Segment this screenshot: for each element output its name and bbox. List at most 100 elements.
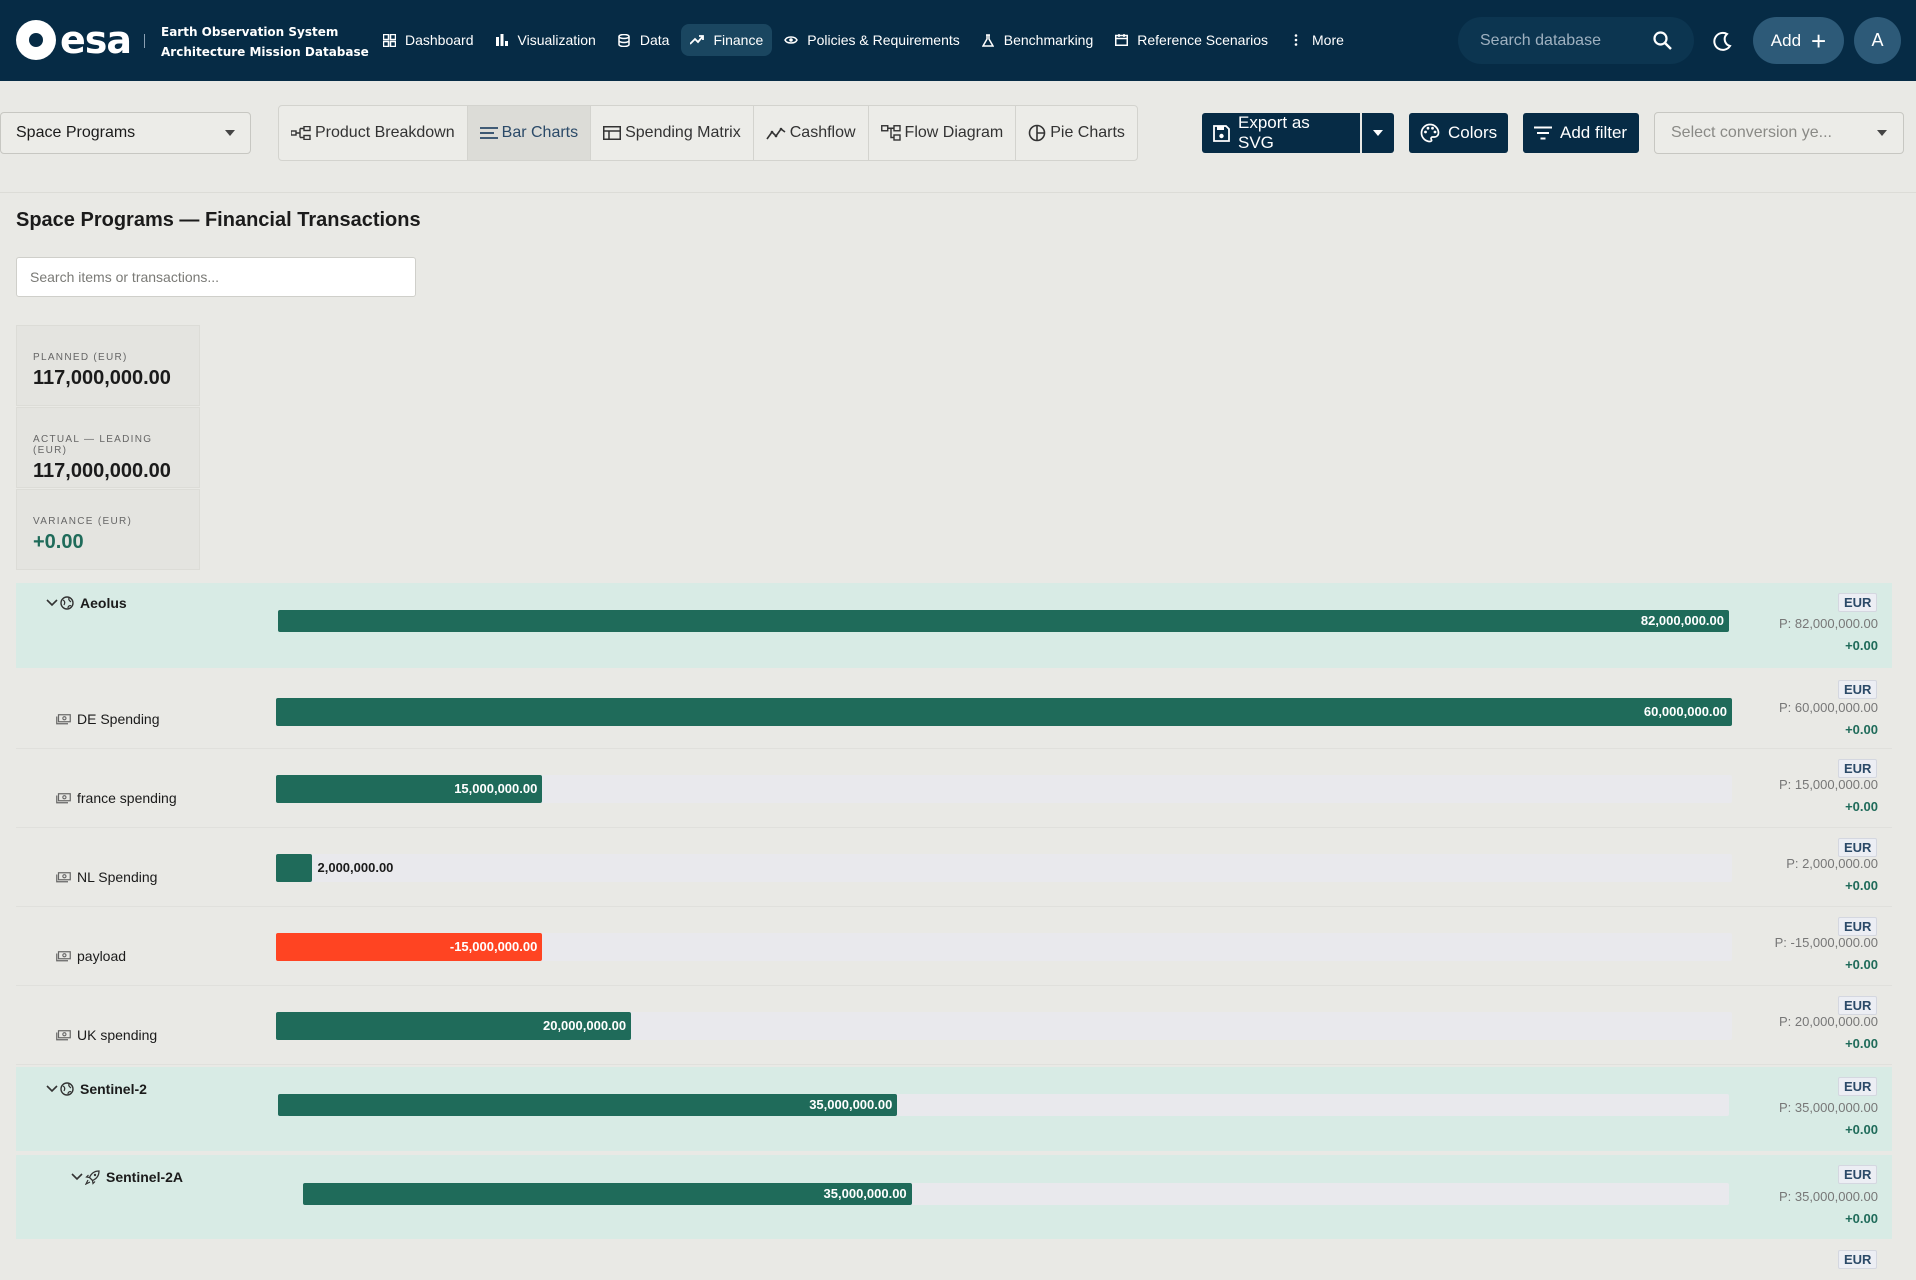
bar-fill <box>278 1094 897 1116</box>
bar-track: 15,000,000.00 <box>276 775 1732 803</box>
nav-dashboard[interactable]: Dashboard <box>373 24 483 56</box>
program-select[interactable]: Space Programs <box>0 112 251 154</box>
colors-button[interactable]: Colors <box>1409 113 1508 153</box>
nav-policies-label: Policies & Requirements <box>807 32 960 48</box>
dots-vertical-icon <box>1289 33 1303 47</box>
globe-icon <box>60 1082 74 1096</box>
conversion-year-select[interactable]: Select conversion ye... <box>1654 112 1904 154</box>
currency-badge: EUR <box>1838 838 1878 857</box>
nav-finance[interactable]: Finance <box>681 24 773 56</box>
bar-value-label: 35,000,000.00 <box>809 1097 893 1112</box>
cash-icon <box>56 713 71 725</box>
esa-logo[interactable]: esa <box>16 20 132 60</box>
bar-value-label: 82,000,000.00 <box>1640 613 1724 628</box>
row-label: Sentinel-2 <box>80 1081 147 1097</box>
row-name[interactable]: Sentinel-2 <box>46 1081 147 1097</box>
table-icon <box>603 126 622 140</box>
planned-stat-label: PLANNED (EUR) <box>33 352 128 363</box>
bar-track: 35,000,000.00 <box>303 1183 1729 1205</box>
tab-pie-charts[interactable]: Pie Charts <box>1016 106 1137 160</box>
row-name: NL Spending <box>56 869 157 885</box>
export-svg-button[interactable]: Export as SVG <box>1202 113 1360 153</box>
nav-reference-scenarios[interactable]: Reference Scenarios <box>1105 24 1277 56</box>
page-title: Space Programs — Financial Transactions <box>16 209 421 231</box>
app-subtitle: Earth Observation System Architecture Mi… <box>161 22 369 62</box>
nav-visualization[interactable]: Visualization <box>486 24 605 56</box>
actual-stat-value: 117,000,000.00 <box>33 460 171 482</box>
program-select-value: Space Programs <box>16 124 136 141</box>
bar-value-label: 35,000,000.00 <box>823 1186 907 1201</box>
esa-logo-mark <box>16 20 56 60</box>
nav-finance-label: Finance <box>713 32 764 48</box>
dark-mode-toggle[interactable] <box>1708 26 1738 56</box>
nav-data[interactable]: Data <box>608 24 679 56</box>
table-row[interactable]: DE Spending 60,000,000.00 EUR P: 60,000,000… <box>16 670 1892 749</box>
add-filter-button[interactable]: Add filter <box>1523 113 1639 153</box>
conversion-year-placeholder: Select conversion ye... <box>1671 124 1832 141</box>
variance-value: +0.00 <box>1845 1122 1878 1137</box>
user-avatar[interactable]: A <box>1854 17 1901 64</box>
table-row[interactable]: UK spending 20,000,000.00 EUR P: 20,000,000… <box>16 986 1892 1065</box>
filter-icon <box>1534 126 1552 140</box>
add-button[interactable]: Add + <box>1753 17 1844 64</box>
nav-policies[interactable]: Policies & Requirements <box>775 24 969 56</box>
calendar-icon <box>1114 33 1128 47</box>
tab-spending-matrix[interactable]: Spending Matrix <box>591 106 754 160</box>
nav-more[interactable]: More <box>1280 24 1353 56</box>
search-icon[interactable] <box>1653 31 1672 50</box>
currency-badge: EUR <box>1838 1165 1878 1184</box>
actual-stat-label: ACTUAL — LEADING (EUR) <box>33 434 153 456</box>
variance-value: +0.00 <box>1845 722 1878 737</box>
transaction-search-input[interactable]: Search items or transactions... <box>16 257 416 297</box>
main-nav: Dashboard Visualization Data Finance Pol… <box>373 24 1356 56</box>
chevron-down-icon[interactable] <box>71 1173 83 1181</box>
nav-benchmarking-label: Benchmarking <box>1003 32 1094 48</box>
row-name: france spending <box>56 790 177 806</box>
moon-icon <box>1713 31 1732 51</box>
row-label: NL Spending <box>77 869 158 885</box>
planned-value: P: 60,000,000.00 <box>1778 700 1878 715</box>
actual-stat-card: ACTUAL — LEADING (EUR) 117,000,000.00 <box>16 407 200 488</box>
nav-more-label: More <box>1312 32 1344 48</box>
line-chart-icon <box>766 126 786 140</box>
bar-track: 82,000,000.00 <box>278 610 1729 632</box>
row-label: Aeolus <box>80 595 127 611</box>
variance-value: +0.00 <box>1845 957 1878 972</box>
planned-stat-card: PLANNED (EUR) 117,000,000.00 <box>16 325 200 406</box>
planned-stat-value: 117,000,000.00 <box>33 367 171 389</box>
table-row[interactable]: france spending 15,000,000.00 EUR P: 15,000… <box>16 749 1892 828</box>
group-row[interactable]: Sentinel-2A 35,000,000.00 EUR P: 35,000,000… <box>16 1155 1892 1241</box>
row-name[interactable]: Sentinel-2A <box>71 1169 183 1185</box>
table-row[interactable]: payload -15,000,000.00 EUR P: -15,000,000.0… <box>16 907 1892 986</box>
group-row[interactable]: Sentinel-2 35,000,000.00 EUR P: 35,000,000.… <box>16 1067 1892 1153</box>
group-row[interactable]: Aeolus 82,000,000.00 EUR P: 82,000,000.00 +0… <box>16 583 1892 670</box>
row-name[interactable]: Aeolus <box>46 595 127 611</box>
cash-icon <box>56 1029 71 1041</box>
variance-stat-card: VARIANCE (EUR) +0.00 <box>16 489 200 570</box>
nav-benchmarking[interactable]: Benchmarking <box>972 24 1103 56</box>
app-subtitle-line2: Architecture Mission Database <box>161 45 369 59</box>
row-name: payload <box>56 948 126 964</box>
cash-icon <box>56 871 71 883</box>
table-row[interactable]: NL Spending 2,000,000.00 EUR P: 2,000,000.0… <box>16 828 1892 907</box>
tab-bar-charts[interactable]: Bar Charts <box>467 106 592 160</box>
bar-value-label: 2,000,000.00 <box>317 860 394 875</box>
view-tabs: Product Breakdown Bar Charts Spending Ma… <box>278 105 1138 161</box>
globe-icon <box>60 596 74 610</box>
tab-flow-diagram[interactable]: Flow Diagram <box>869 106 1017 160</box>
chevron-down-icon[interactable] <box>46 1085 58 1093</box>
variance-stat-label: VARIANCE (EUR) <box>33 516 133 527</box>
export-options-dropdown[interactable] <box>1362 113 1394 153</box>
bar-track: -15,000,000.00 <box>276 933 1732 961</box>
database-search-placeholder: Search database <box>1480 31 1601 49</box>
variance-value: +0.00 <box>1845 799 1878 814</box>
bar-value-label: 15,000,000.00 <box>454 781 538 796</box>
variance-value: +0.00 <box>1845 1211 1878 1226</box>
row-name: UK spending <box>56 1027 157 1043</box>
database-search-input[interactable]: Search database <box>1458 17 1694 64</box>
chevron-down-icon[interactable] <box>46 599 58 607</box>
row-label: payload <box>77 948 127 964</box>
tab-cashflow[interactable]: Cashflow <box>754 106 869 160</box>
tab-product-breakdown[interactable]: Product Breakdown <box>279 106 468 160</box>
palette-icon <box>1420 123 1440 143</box>
